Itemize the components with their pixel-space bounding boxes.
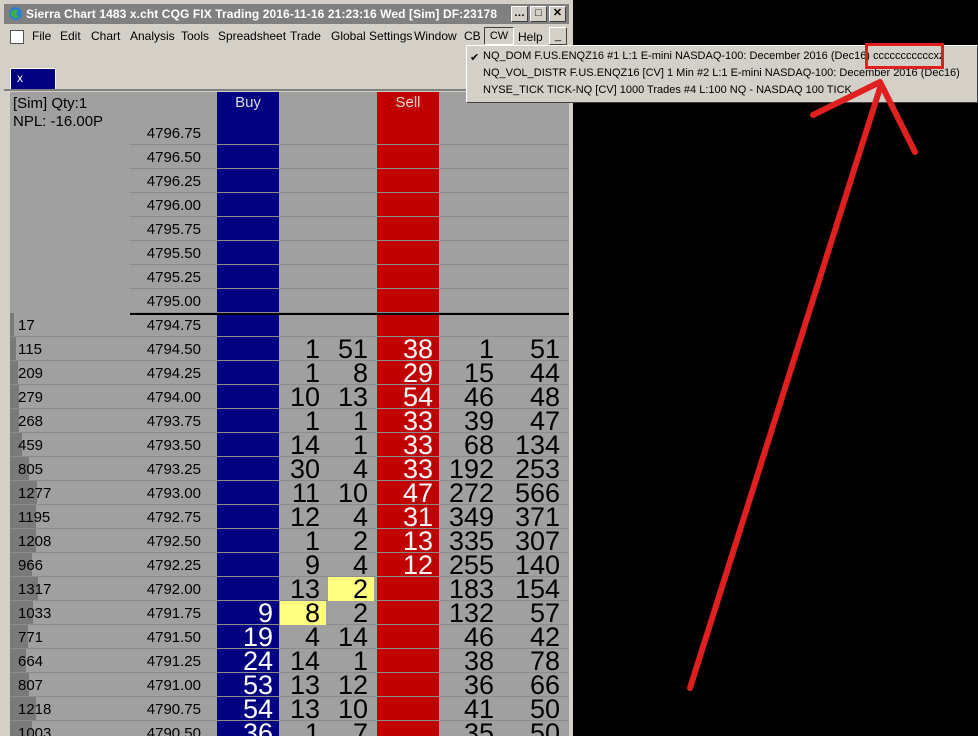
annotation-arrow [687, 79, 918, 691]
